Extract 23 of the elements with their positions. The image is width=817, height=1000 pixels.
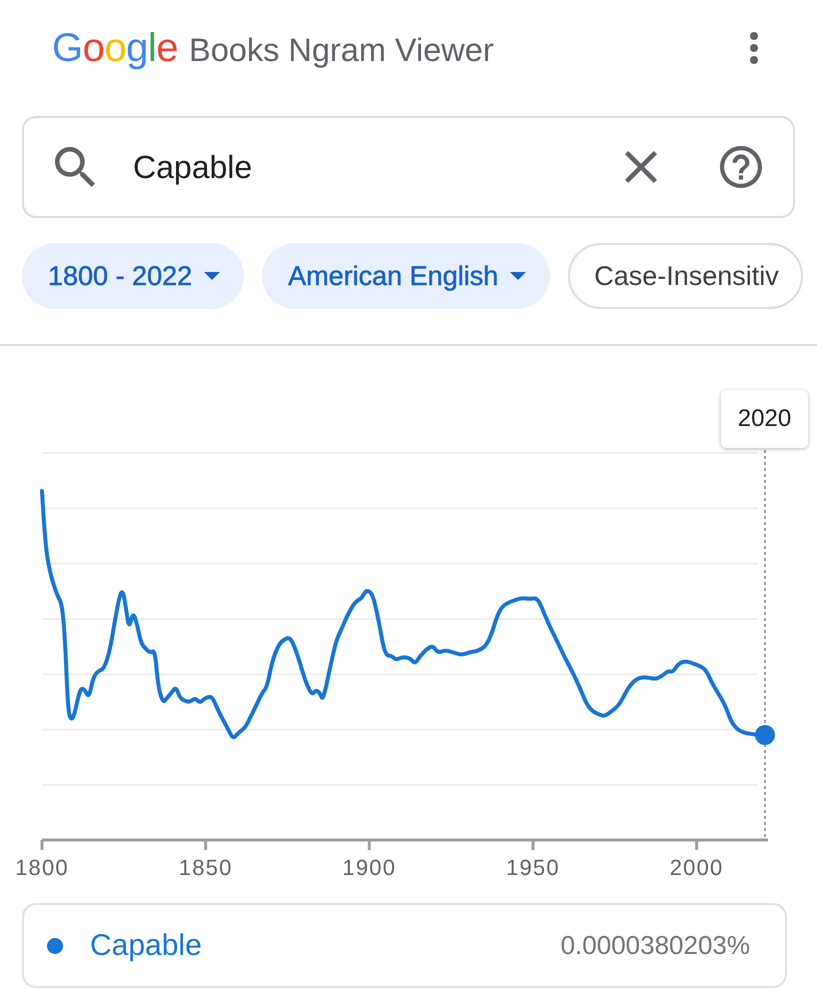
app-title: Books Ngram Viewer (189, 34, 494, 66)
close-icon (625, 151, 657, 183)
year-label: 1950 (506, 855, 560, 880)
logo: Google (52, 28, 178, 68)
filter-chip[interactable]: American English (262, 243, 550, 309)
filter-chip[interactable]: 1800 - 2022 (22, 243, 244, 309)
help-button[interactable] (720, 146, 762, 188)
series-value: 0.0000380203% (560, 930, 750, 961)
series-link[interactable]: Capable (90, 928, 202, 962)
year-label: 1800 (15, 855, 69, 880)
year-label: 1850 (178, 855, 233, 880)
more-vertical-icon (748, 32, 760, 64)
year-tooltip: 2020 (721, 390, 808, 448)
search-input[interactable]: Capable (133, 146, 605, 188)
search-bar[interactable]: Capable (22, 116, 795, 218)
caret-icon (204, 272, 220, 280)
help-icon (720, 146, 762, 188)
year-label: 1900 (342, 855, 396, 880)
year-label: 2000 (670, 855, 724, 880)
clear-button[interactable] (625, 151, 657, 183)
caret-icon (510, 272, 526, 280)
search-icon (55, 147, 95, 187)
filter-chip[interactable]: Case-Insensitiv (568, 243, 803, 309)
